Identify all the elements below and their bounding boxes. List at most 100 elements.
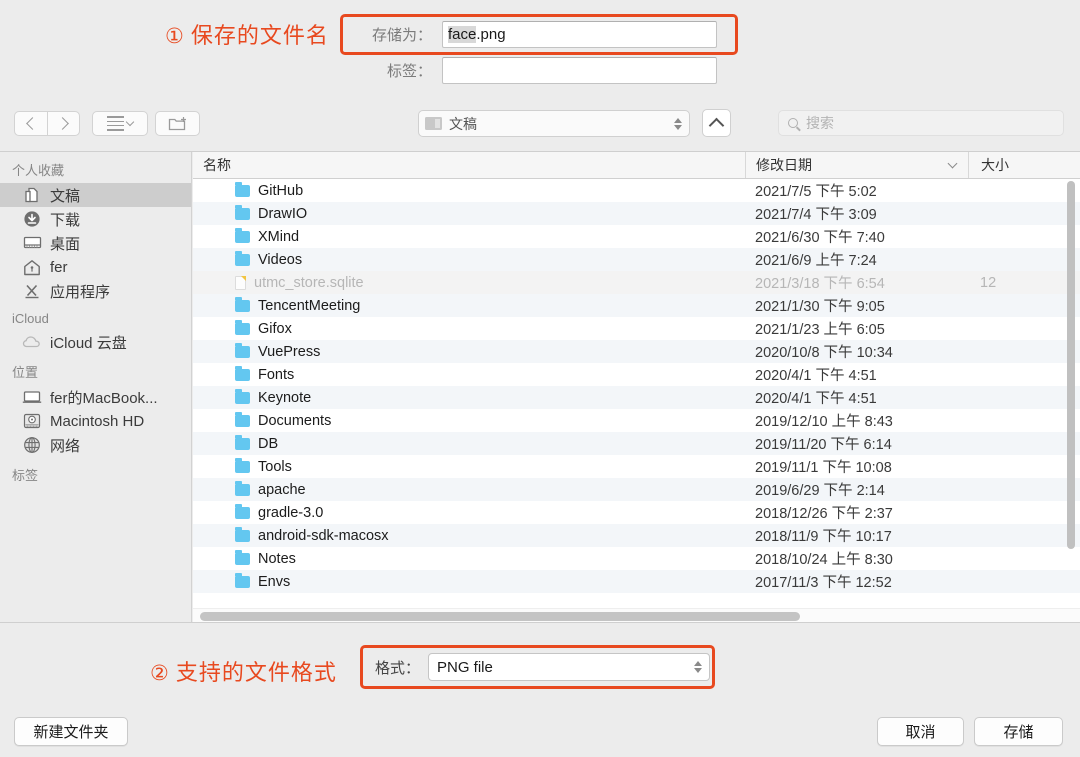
file-size-cell: 12 — [980, 274, 997, 291]
table-row[interactable]: DrawIO 2021/7/4 下午 3:09 — [193, 202, 1080, 225]
save-button[interactable]: 存储 — [974, 717, 1063, 746]
table-row[interactable]: Videos 2021/6/9 上午 7:24 — [193, 248, 1080, 271]
table-row[interactable]: TencentMeeting 2021/1/30 下午 9:05 — [193, 294, 1080, 317]
sidebar-item-label: fer的MacBook... — [50, 389, 158, 407]
applications-icon — [22, 282, 42, 300]
annotation-one-number: ① — [165, 25, 185, 48]
table-row[interactable]: DB 2019/11/20 下午 6:14 — [193, 432, 1080, 455]
save-file-dialog: ① 保存的文件名 存储为： face .png 标签： 文稿 搜索 个人收藏 文… — [0, 0, 1080, 757]
sidebar-item-文稿[interactable]: 文稿 — [0, 183, 191, 207]
file-date-cell: 2019/11/20 下午 6:14 — [755, 437, 892, 453]
table-row[interactable]: Documents 2019/12/10 上午 8:43 — [193, 409, 1080, 432]
file-date-cell: 2018/10/24 上午 8:30 — [755, 552, 893, 568]
sidebar-item-下载[interactable]: 下载 — [0, 207, 191, 231]
sidebar-section-header: 位置 — [12, 365, 39, 380]
file-name-cell: Notes — [193, 550, 745, 567]
file-name-cell: utmc_store.sqlite — [193, 275, 745, 291]
annotation-two: ② 支持的文件格式 — [150, 655, 337, 687]
file-name-cell: Documents — [193, 412, 745, 429]
path-popup-button[interactable]: 文稿 — [418, 110, 690, 137]
sidebar-item-label: 下载 — [50, 211, 81, 229]
file-date-cell: 2021/3/18 下午 6:54 — [755, 276, 885, 292]
table-row[interactable]: XMind 2021/6/30 下午 7:40 — [193, 225, 1080, 248]
column-header-date[interactable]: 修改日期 — [745, 152, 968, 178]
file-date-cell: 2021/7/4 下午 3:09 — [755, 207, 877, 223]
folder-icon — [235, 320, 250, 335]
file-date-cell: 2018/12/26 下午 2:37 — [755, 506, 893, 522]
folder-icon — [235, 481, 250, 496]
file-name-label: android-sdk-macosx — [258, 527, 389, 544]
folder-icon — [425, 117, 442, 130]
save-as-value-extension: .png — [476, 26, 506, 43]
file-name-label: TencentMeeting — [258, 297, 361, 314]
search-input[interactable]: 搜索 — [778, 110, 1064, 136]
annotation-two-text: 支持的文件格式 — [175, 660, 337, 685]
file-name-label: gradle-3.0 — [258, 504, 324, 521]
cloud-icon — [22, 333, 42, 351]
table-row[interactable]: utmc_store.sqlite 2021/3/18 下午 6:54 12 — [193, 271, 1080, 294]
desktop-icon — [22, 234, 42, 252]
folder-icon — [235, 366, 250, 381]
file-list-rows: GitHub 2021/7/5 下午 5:02 DrawIO 2021/7/4 下午 … — [193, 179, 1080, 593]
folder-icon — [235, 412, 250, 427]
annotation-two-number: ② — [150, 662, 170, 685]
home-icon — [22, 258, 42, 276]
sidebar-item-网络[interactable]: 网络 — [0, 433, 191, 457]
column-header-name[interactable]: 名称 — [193, 155, 745, 175]
tags-input[interactable] — [442, 57, 717, 84]
chevron-left-icon — [26, 117, 39, 130]
table-row[interactable]: VuePress 2020/10/8 下午 10:34 — [193, 340, 1080, 363]
table-row[interactable]: Notes 2018/10/24 上午 8:30 — [193, 547, 1080, 570]
back-button[interactable] — [14, 111, 47, 136]
collapse-panel-button[interactable] — [702, 109, 731, 137]
sidebar-item-fer的MacBook...[interactable]: fer的MacBook... — [0, 385, 191, 409]
file-name-cell: Fonts — [193, 366, 745, 383]
table-row[interactable]: apache 2019/6/29 下午 2:14 — [193, 478, 1080, 501]
folder-icon — [235, 297, 250, 312]
horizontal-scrollbar-thumb[interactable] — [200, 612, 800, 621]
file-name-cell: gradle-3.0 — [193, 504, 745, 521]
network-icon — [22, 436, 42, 454]
file-date-cell: 2021/6/30 下午 7:40 — [755, 230, 885, 246]
file-name-cell: android-sdk-macosx — [193, 527, 745, 544]
table-row[interactable]: android-sdk-macosx 2018/11/9 下午 10:17 — [193, 524, 1080, 547]
folder-icon — [235, 251, 250, 266]
annotation-one-text: 保存的文件名 — [190, 23, 329, 48]
column-header-size[interactable]: 大小 — [968, 152, 1080, 178]
table-row[interactable]: Envs 2017/11/3 下午 12:52 — [193, 570, 1080, 593]
sidebar-item-Macintosh HD[interactable]: Macintosh HD — [0, 409, 191, 433]
file-name-cell: apache — [193, 481, 745, 498]
format-select[interactable]: PNG file — [428, 653, 710, 681]
view-options-button[interactable] — [92, 111, 148, 136]
table-row[interactable]: Keynote 2020/4/1 下午 4:51 — [193, 386, 1080, 409]
list-view-icon — [107, 116, 124, 131]
file-name-label: GitHub — [258, 182, 304, 199]
horizontal-scrollbar[interactable] — [193, 608, 1080, 623]
cancel-button[interactable]: 取消 — [877, 717, 964, 746]
table-row[interactable]: Tools 2019/11/1 下午 10:08 — [193, 455, 1080, 478]
table-row[interactable]: GitHub 2021/7/5 下午 5:02 — [193, 179, 1080, 202]
folder-icon — [235, 573, 250, 588]
save-as-input[interactable]: face .png — [442, 21, 717, 48]
save-as-panel: ① 保存的文件名 存储为： face .png 标签： — [0, 0, 1080, 97]
sidebar-item-iCloud 云盘[interactable]: iCloud 云盘 — [0, 330, 191, 354]
vertical-scrollbar[interactable] — [1067, 181, 1075, 621]
file-date-cell: 2019/6/29 下午 2:14 — [755, 483, 885, 499]
sidebar-item-fer[interactable]: fer — [0, 255, 191, 279]
file-name-cell: DB — [193, 435, 745, 452]
folder-icon — [235, 182, 250, 197]
table-row[interactable]: Fonts 2020/4/1 下午 4:51 — [193, 363, 1080, 386]
format-label: 格式： — [374, 659, 420, 677]
new-folder-button[interactable]: 新建文件夹 — [14, 717, 128, 746]
table-row[interactable]: gradle-3.0 2018/12/26 下午 2:37 — [193, 501, 1080, 524]
forward-button[interactable] — [47, 111, 80, 136]
chevron-down-icon — [947, 158, 958, 169]
folder-icon — [235, 527, 250, 542]
file-name-label: utmc_store.sqlite — [254, 274, 364, 291]
sidebar-item-应用程序[interactable]: 应用程序 — [0, 279, 191, 303]
new-folder-toolbar-button[interactable] — [155, 111, 200, 136]
format-select-value: PNG file — [437, 658, 493, 676]
sidebar-item-桌面[interactable]: 桌面 — [0, 231, 191, 255]
vertical-scrollbar-thumb[interactable] — [1067, 181, 1075, 549]
table-row[interactable]: Gifox 2021/1/23 上午 6:05 — [193, 317, 1080, 340]
